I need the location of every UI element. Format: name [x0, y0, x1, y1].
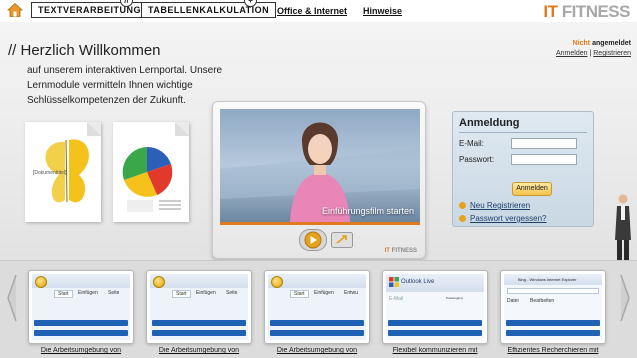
- module-progress-bar: [34, 320, 128, 326]
- ribbon-bar: [150, 274, 248, 288]
- pie-chart-icon: [122, 146, 181, 212]
- module-thumbnail[interactable]: Bing - Windows Internet Explorer Datei B…: [500, 270, 606, 344]
- status-separator: |: [589, 50, 592, 57]
- logo-it: IT: [543, 2, 558, 21]
- module-progress-bar: [270, 330, 364, 336]
- forgot-password-link[interactable]: Passwort vergessen?: [459, 214, 546, 223]
- module-screenshot: Outlook Live E-Mail Posteingang: [386, 274, 484, 340]
- home-icon[interactable]: [7, 2, 23, 18]
- window-bar: Outlook Live: [386, 274, 484, 292]
- login-status: Nicht angemeldet Anmelden | Registrieren: [556, 39, 631, 59]
- module-progress-bar: [506, 320, 600, 326]
- module-thumbnail[interactable]: Start Einfügen Seite: [28, 270, 134, 344]
- document-textverarbeitung[interactable]: [Dokumenttitel]: [25, 122, 101, 222]
- video-logo-fitness: FITNESS: [391, 248, 417, 254]
- logo-fitness: FITNESS: [561, 2, 631, 21]
- login-button[interactable]: Anmelden: [512, 182, 552, 196]
- module-thumbnail[interactable]: Start Einfügen Entwu: [264, 270, 370, 344]
- menu-item: Bearbeiten: [530, 298, 555, 304]
- status-not: Nicht: [572, 40, 591, 47]
- divider: [459, 132, 587, 133]
- module-progress-bar: [152, 330, 246, 336]
- address-bar: [507, 288, 599, 294]
- outlook-title: Outlook Live: [401, 279, 435, 285]
- status-register-link[interactable]: Registrieren: [593, 50, 631, 57]
- password-label: Passwort:: [459, 155, 495, 164]
- ribbon-tab: Seite: [108, 290, 120, 296]
- ribbon-tab: Start: [172, 290, 191, 298]
- module-caption[interactable]: Flexibel kommunizieren mit: [375, 347, 495, 354]
- ribbon-bar: [32, 274, 130, 288]
- intro-video-player: Einführungsfilm starten IT FITNESS: [212, 101, 426, 259]
- office-button-icon: [35, 276, 47, 288]
- email-label: E-Mail:: [459, 139, 484, 148]
- module-progress-bar: [270, 320, 364, 326]
- ribbon-bar: [268, 274, 366, 288]
- main-content: // Herzlich Willkommen auf unserem inter…: [0, 22, 637, 279]
- document-tabellenkalkulation[interactable]: [113, 122, 189, 222]
- ribbon-tab: Start: [290, 290, 309, 298]
- module-caption[interactable]: Die Arbeitsumgebung von: [139, 347, 259, 354]
- welcome-title: // Herzlich Willkommen: [8, 42, 161, 59]
- doc-caption: [Dokumenttitel]: [33, 170, 67, 176]
- module-screenshot: Start Einfügen Seite: [32, 274, 130, 340]
- ribbon-tab: Einfügen: [78, 290, 98, 296]
- ribbon-tab: Entwu: [344, 290, 358, 296]
- module-caption[interactable]: Die Arbeitsumgebung von: [21, 347, 141, 354]
- password-field[interactable]: [511, 154, 577, 165]
- top-navigation: TEXTVERARBEITUNG // TABELLENKALKULATION …: [0, 0, 637, 22]
- module-caption[interactable]: Die Arbeitsumgebung von: [257, 347, 377, 354]
- fullscreen-icon[interactable]: [331, 232, 353, 248]
- module-caption[interactable]: Effizientes Recherchieren mit: [493, 347, 613, 354]
- browser-title: Bing - Windows Internet Explorer: [518, 277, 577, 282]
- module-thumbnail[interactable]: Start Einfügen Seite: [146, 270, 252, 344]
- module-progress-bar: [34, 330, 128, 336]
- ribbon-tab: E-Mail: [389, 296, 404, 302]
- office-button-icon: [271, 276, 283, 288]
- module-screenshot: Bing - Windows Internet Explorer Datei B…: [504, 274, 602, 340]
- video-progress-bar: [220, 222, 420, 225]
- ribbon-tab: Seite: [226, 290, 238, 296]
- arrow-bullet-icon: [459, 215, 466, 223]
- ribbon-tab: Start: [54, 290, 73, 298]
- module-progress-bar: [388, 330, 482, 336]
- ribbon-tab: Einfügen: [314, 290, 334, 296]
- module-thumbnail[interactable]: Outlook Live E-Mail Posteingang: [382, 270, 488, 344]
- login-panel: Anmeldung E-Mail: Passwort: Anmelden Neu…: [452, 111, 594, 227]
- menu-item: Datei: [507, 298, 519, 304]
- play-icon[interactable]: [299, 229, 327, 251]
- video-logo-it: IT: [384, 248, 390, 254]
- chevron-left-icon[interactable]: [6, 273, 18, 323]
- status-state: angemeldet: [592, 40, 631, 47]
- window-bar: Bing - Windows Internet Explorer: [504, 274, 602, 285]
- tab-tabellenkalkulation[interactable]: TABELLENKALKULATION: [141, 2, 277, 18]
- it-fitness-logo[interactable]: IT FITNESS: [543, 2, 630, 22]
- module-carousel: Start Einfügen Seite Die Arbeitsumgebung…: [0, 260, 637, 358]
- module-screenshot: Start Einfügen Seite: [150, 274, 248, 340]
- login-title: Anmeldung: [459, 117, 520, 129]
- module-progress-bar: [388, 320, 482, 326]
- register-link[interactable]: Neu Registrieren: [459, 201, 530, 210]
- forgot-label: Passwort vergessen?: [470, 214, 547, 223]
- nav-link-hinweise[interactable]: Hinweise: [363, 6, 402, 16]
- video-caption: Einführungsfilm starten: [321, 206, 414, 216]
- office-button-icon: [153, 276, 165, 288]
- module-progress-bar: [506, 330, 600, 336]
- module-screenshot: Start Einfügen Entwu: [268, 274, 366, 340]
- windows-logo-icon: [389, 277, 399, 287]
- video-screen[interactable]: Einführungsfilm starten: [220, 109, 420, 222]
- module-progress-bar: [152, 320, 246, 326]
- chevron-right-icon[interactable]: [619, 273, 631, 323]
- register-label: Neu Registrieren: [470, 201, 531, 210]
- video-logo: IT FITNESS: [385, 248, 417, 254]
- page-fold: [175, 122, 189, 136]
- ribbon-tab: Einfügen: [196, 290, 216, 296]
- status-login-link[interactable]: Anmelden: [556, 50, 588, 57]
- email-field[interactable]: [511, 138, 577, 149]
- arrow-bullet-icon: [459, 202, 466, 210]
- nav-link-office-internet[interactable]: Office & Internet: [277, 6, 347, 16]
- ribbon-tab: Posteingang: [446, 296, 463, 300]
